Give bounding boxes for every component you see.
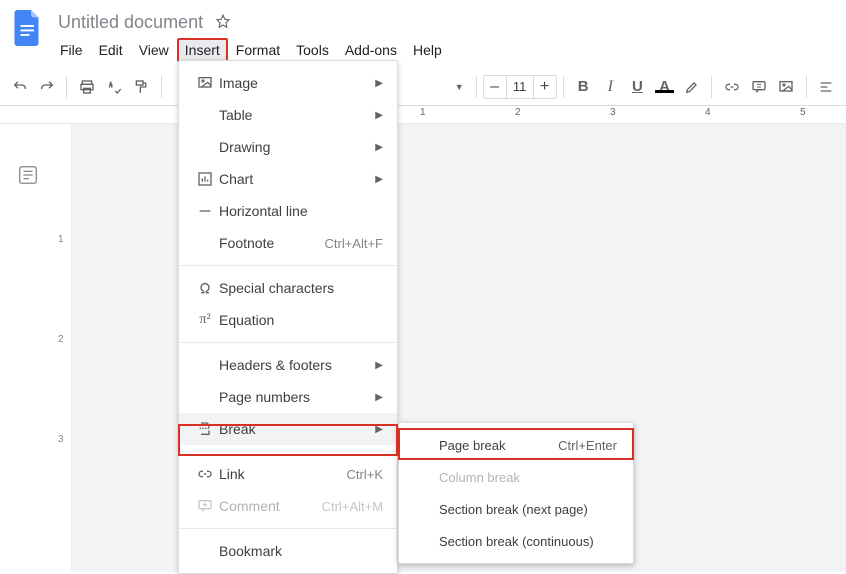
underline-button[interactable]: U bbox=[624, 78, 651, 95]
menu-view[interactable]: View bbox=[131, 38, 177, 62]
submenu-arrow-icon: ▶ bbox=[375, 142, 383, 153]
insert-headers-footers-item[interactable]: Headers & footers▶ bbox=[179, 349, 397, 381]
horizontal-ruler[interactable]: 1 2 3 4 5 bbox=[0, 106, 846, 124]
text-color-button[interactable]: A bbox=[651, 78, 678, 95]
section-break-continuous-item[interactable]: Section break (continuous) bbox=[399, 525, 633, 557]
insert-link-button[interactable] bbox=[718, 79, 745, 95]
section-break-next-page-item[interactable]: Section break (next page) bbox=[399, 493, 633, 525]
insert-special-chars-item[interactable]: Special characters bbox=[179, 272, 397, 304]
insert-comment-item: CommentCtrl+Alt+M bbox=[179, 490, 397, 522]
zoom-dropdown[interactable]: ▼ bbox=[435, 82, 464, 92]
image-icon bbox=[191, 75, 219, 91]
italic-button[interactable]: I bbox=[597, 78, 624, 96]
toolbar: ▼ – 11 + B I U A bbox=[0, 68, 846, 106]
menu-help[interactable]: Help bbox=[405, 38, 450, 62]
insert-drawing-item[interactable]: Drawing▶ bbox=[179, 131, 397, 163]
insert-page-numbers-item[interactable]: Page numbers▶ bbox=[179, 381, 397, 413]
spellcheck-button[interactable] bbox=[100, 79, 127, 95]
docs-logo[interactable] bbox=[8, 8, 48, 48]
page-break-icon bbox=[191, 421, 219, 437]
submenu-arrow-icon: ▶ bbox=[375, 174, 383, 185]
break-submenu: Page break Ctrl+Enter Column break Secti… bbox=[398, 422, 634, 564]
outline-toggle-icon[interactable] bbox=[17, 164, 39, 572]
submenu-arrow-icon: ▶ bbox=[375, 424, 383, 435]
vertical-ruler[interactable]: 1 2 3 bbox=[56, 124, 72, 572]
star-button[interactable] bbox=[211, 10, 235, 34]
column-break-item: Column break bbox=[399, 461, 633, 493]
font-size-increase[interactable]: + bbox=[534, 76, 556, 98]
menu-addons[interactable]: Add-ons bbox=[337, 38, 405, 62]
horizontal-line-icon bbox=[191, 203, 219, 219]
insert-chart-item[interactable]: Chart▶ bbox=[179, 163, 397, 195]
insert-break-item[interactable]: Break▶ bbox=[179, 413, 397, 445]
document-title[interactable]: Untitled document bbox=[52, 12, 209, 33]
undo-button[interactable] bbox=[6, 79, 33, 95]
menu-file[interactable]: File bbox=[52, 38, 91, 62]
insert-bookmark-item[interactable]: Bookmark bbox=[179, 535, 397, 567]
insert-link-item[interactable]: LinkCtrl+K bbox=[179, 458, 397, 490]
insert-footnote-item[interactable]: FootnoteCtrl+Alt+F bbox=[179, 227, 397, 259]
menubar: File Edit View Insert Format Tools Add-o… bbox=[52, 38, 450, 62]
font-size-decrease[interactable]: – bbox=[484, 76, 506, 98]
align-button[interactable] bbox=[813, 79, 840, 95]
pi-icon: π² bbox=[191, 312, 219, 328]
bold-button[interactable]: B bbox=[570, 78, 597, 95]
print-button[interactable] bbox=[73, 79, 100, 95]
menu-insert[interactable]: Insert bbox=[177, 38, 228, 62]
submenu-arrow-icon: ▶ bbox=[375, 78, 383, 89]
link-icon bbox=[191, 466, 219, 482]
menu-format[interactable]: Format bbox=[228, 38, 288, 62]
menu-edit[interactable]: Edit bbox=[91, 38, 131, 62]
header: Untitled document File Edit View Insert … bbox=[0, 0, 846, 62]
font-size-value[interactable]: 11 bbox=[506, 76, 534, 98]
chart-icon bbox=[191, 171, 219, 187]
insert-image-item[interactable]: Image▶ bbox=[179, 67, 397, 99]
insert-horizontal-line-item[interactable]: Horizontal line bbox=[179, 195, 397, 227]
insert-dropdown: Image▶ Table▶ Drawing▶ Chart▶ Horizontal… bbox=[178, 60, 398, 574]
menu-tools[interactable]: Tools bbox=[288, 38, 337, 62]
redo-button[interactable] bbox=[33, 79, 60, 95]
insert-table-item[interactable]: Table▶ bbox=[179, 99, 397, 131]
insert-comment-button[interactable] bbox=[745, 79, 772, 95]
submenu-arrow-icon: ▶ bbox=[375, 110, 383, 121]
insert-equation-item[interactable]: π² Equation bbox=[179, 304, 397, 336]
comment-icon bbox=[191, 498, 219, 514]
paint-format-button[interactable] bbox=[128, 79, 155, 95]
insert-image-button[interactable] bbox=[773, 79, 800, 95]
submenu-arrow-icon: ▶ bbox=[375, 360, 383, 371]
submenu-arrow-icon: ▶ bbox=[375, 392, 383, 403]
page-break-item[interactable]: Page break Ctrl+Enter bbox=[399, 429, 633, 461]
font-size-control: – 11 + bbox=[483, 75, 557, 99]
highlight-button[interactable] bbox=[678, 79, 705, 95]
omega-icon bbox=[191, 280, 219, 296]
